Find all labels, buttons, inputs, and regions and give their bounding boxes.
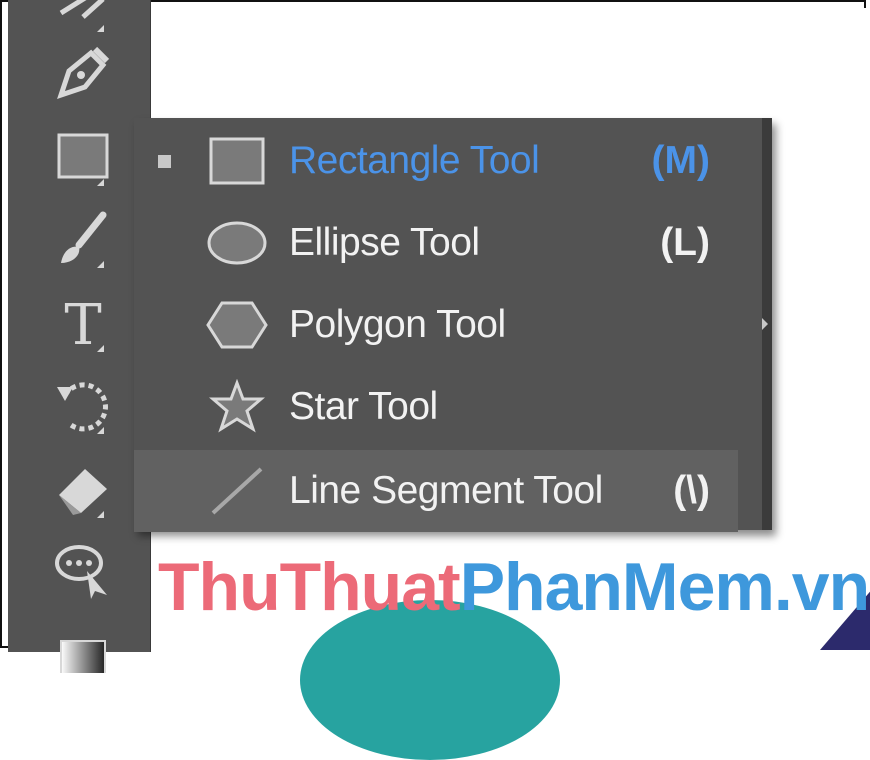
tearoff-arrow-icon[interactable] [762,318,768,330]
expand-corner-icon [97,427,104,434]
flyout-item-label: Rectangle Tool [289,139,540,182]
flyout-item-label: Line Segment Tool [289,469,603,512]
expand-corner-icon [97,25,104,32]
puppet-warp-tool-button[interactable] [38,536,128,606]
flyout-item-star[interactable]: Star Tool [134,366,738,448]
rotate-tool-button[interactable] [38,372,128,442]
pen-tool-icon [51,41,115,110]
rectangle-tool-icon [53,129,113,190]
rectangle-tool-button[interactable] [38,124,128,194]
gradient-tool-button[interactable] [38,620,128,690]
selected-indicator-icon [158,154,171,168]
polygon-icon [206,294,268,356]
paintbrush-tool-icon [51,207,115,276]
flyout-item-rectangle[interactable]: Rectangle Tool (M) [134,120,738,202]
flyout-item-ellipse[interactable]: Ellipse Tool (L) [134,202,738,284]
expand-corner-icon [97,511,104,518]
flyout-item-label: Ellipse Tool [289,221,480,264]
watermark-part1: ThuThuat [158,549,461,625]
rectangle-icon [206,130,268,192]
flyout-item-label: Star Tool [289,385,438,428]
pen-tool-button[interactable] [38,40,128,110]
watermark: ThuThuatPhanMem.vn [158,548,870,626]
expand-corner-icon [97,345,104,352]
flyout-item-label: Polygon Tool [289,303,506,346]
eraser-tool-button[interactable] [38,456,128,526]
curvature-tool-icon [53,0,113,28]
flyout-item-shortcut: (M) [651,139,710,182]
expand-corner-icon [97,261,104,268]
flyout-item-line-segment[interactable]: Line Segment Tool (\) [134,450,738,532]
gradient-tool-icon [53,633,113,682]
flyout-item-polygon[interactable]: Polygon Tool [134,284,738,366]
puppet-warp-tool-icon [51,537,115,606]
eraser-tool-icon [51,457,115,526]
flyout-item-shortcut: (L) [660,221,710,264]
shape-tools-flyout: Rectangle Tool (M) Ellipse Tool (L) Poly… [134,118,772,532]
flyout-item-shortcut: (\) [673,469,710,512]
line-segment-icon [206,460,268,522]
star-icon [206,376,268,438]
tools-panel: T [8,0,151,682]
curvature-tool-button[interactable] [38,0,128,40]
ellipse-icon [206,212,268,274]
watermark-part2: PhanMem.vn [459,549,870,625]
expand-corner-icon [97,179,104,186]
type-tool-button[interactable]: T [38,290,128,360]
paintbrush-tool-button[interactable] [38,206,128,276]
rotate-tool-icon [51,373,115,442]
